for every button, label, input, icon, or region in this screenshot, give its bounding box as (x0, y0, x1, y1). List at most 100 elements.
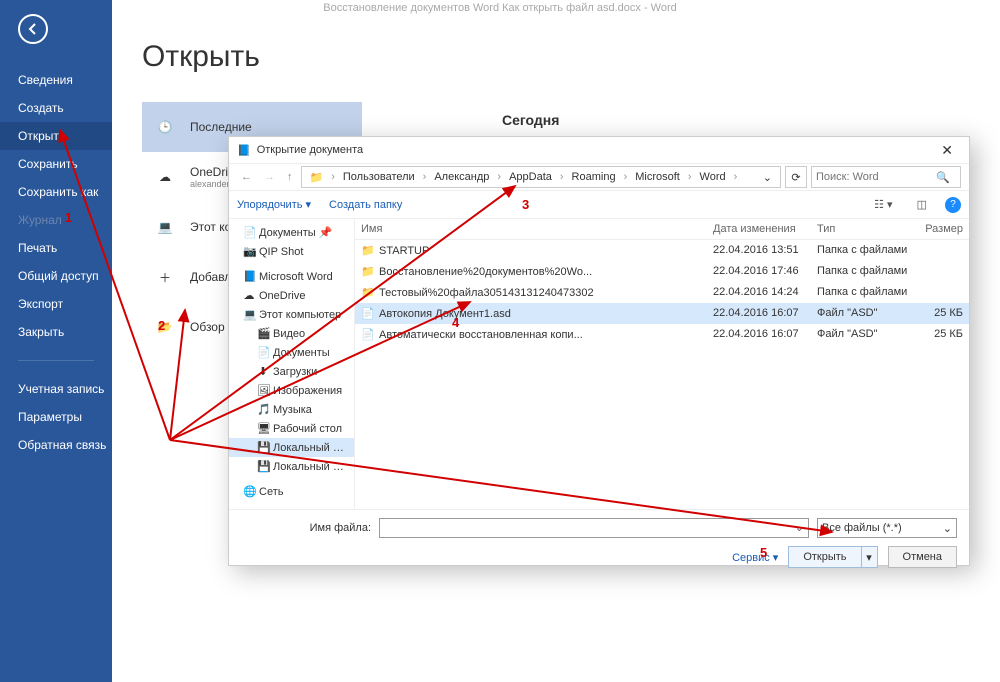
sidebar-item-Сохранить как[interactable]: Сохранить как (0, 178, 112, 206)
divider (18, 360, 94, 361)
close-icon[interactable]: ✕ (933, 142, 961, 159)
file-row[interactable]: 📄Автокопия Документ1.asd22.04.2016 16:07… (355, 303, 969, 324)
new-folder-button[interactable]: Создать папку (329, 199, 402, 211)
tree-item-Изображения[interactable]: 🖼Изображения (229, 381, 354, 400)
tree-item-Загрузки[interactable]: ⬇Загрузки (229, 362, 354, 381)
sidebar-item-Общий доступ[interactable]: Общий доступ (0, 262, 112, 290)
breadcrumb-segment[interactable]: Александр (430, 171, 493, 183)
nav-up-button[interactable]: ↑ (283, 169, 297, 185)
dialog-titlebar: 📘 Открытие документа ✕ (229, 137, 969, 163)
breadcrumb-segment[interactable]: AppData (505, 171, 556, 183)
col-name[interactable]: Имя (355, 219, 707, 239)
tree-item-Документы[interactable]: 📄Документы 📌 (229, 223, 354, 242)
sidebar-item-Журнал[interactable]: Журнал (0, 206, 112, 234)
sidebar-item-Закрыть[interactable]: Закрыть (0, 318, 112, 346)
sidebar-item-Открыть[interactable]: Открыть (0, 122, 112, 150)
tree-item-OneDrive[interactable]: ☁OneDrive (229, 286, 354, 305)
col-date[interactable]: Дата изменения (707, 219, 811, 239)
refresh-button[interactable]: ⟳ (785, 166, 807, 188)
tree-icon: 🎬 (257, 327, 269, 340)
tree-icon: 🖥 (257, 422, 269, 435)
file-date: 22.04.2016 14:24 (707, 282, 811, 303)
dialog-toolbar: Упорядочить ▾ Создать папку ☷ ▾ ◫ ? (229, 191, 969, 219)
nav-back-button[interactable]: ← (237, 169, 256, 185)
tree-icon: 📷 (243, 245, 255, 258)
file-icon: 📁 (361, 244, 375, 257)
dialog-footer: Имя файла: ⌄ Все файлы (*.*)⌄ Сервис ▾ О… (229, 509, 969, 576)
search-field[interactable] (816, 171, 936, 183)
file-size (915, 261, 969, 282)
file-size: 25 КБ (915, 303, 969, 324)
chevron-right-icon: › (419, 171, 431, 183)
file-size (915, 240, 969, 261)
filetype-select[interactable]: Все файлы (*.*)⌄ (817, 518, 957, 538)
tree-item-Документы[interactable]: 📄Документы (229, 343, 354, 362)
filename-input[interactable]: ⌄ (379, 518, 809, 538)
open-file-dialog: 📘 Открытие документа ✕ ← → ↑ 📁 › Пользов… (228, 136, 970, 566)
file-type: Папка с файлами (811, 282, 915, 303)
sidebar-item-Экспорт[interactable]: Экспорт (0, 290, 112, 318)
sidebar-item-Создать[interactable]: Создать (0, 94, 112, 122)
tree-item-Видео[interactable]: 🎬Видео (229, 324, 354, 343)
tree-item-Рабочий стол[interactable]: 🖥Рабочий стол (229, 419, 354, 438)
sidebar-item-Сведения[interactable]: Сведения (0, 66, 112, 94)
location-icon: ☁ (152, 164, 178, 190)
tree-item-QIP Shot[interactable]: 📷QIP Shot (229, 242, 354, 261)
tree-item-Музыка[interactable]: 🎵Музыка (229, 400, 354, 419)
service-menu[interactable]: Сервис ▾ (732, 551, 778, 564)
sidebar-item-Сохранить[interactable]: Сохранить (0, 150, 112, 178)
chevron-right-icon: › (556, 171, 568, 183)
breadcrumb-segment[interactable]: Roaming (568, 171, 620, 183)
file-row[interactable]: 📄Автоматически восстановленная копи...22… (355, 324, 969, 345)
file-list: Имя Дата изменения Тип Размер 📁STARTUP22… (355, 219, 969, 509)
file-row[interactable]: 📁STARTUP22.04.2016 13:51Папка с файлами (355, 240, 969, 261)
open-button-dropdown[interactable]: ▾ (862, 546, 878, 568)
file-list-header[interactable]: Имя Дата изменения Тип Размер (355, 219, 969, 240)
breadcrumb-segment[interactable]: Microsoft (631, 171, 684, 183)
tree-icon: 📄 (257, 346, 269, 359)
organize-menu[interactable]: Упорядочить ▾ (237, 198, 311, 211)
breadcrumb[interactable]: 📁 › Пользователи›Александр›AppData›Roami… (301, 166, 782, 188)
col-size[interactable]: Размер (915, 219, 969, 239)
preview-pane-button[interactable]: ◫ (917, 198, 927, 211)
col-type[interactable]: Тип (811, 219, 915, 239)
sidebar-footer-Учетная запись[interactable]: Учетная запись (0, 375, 112, 403)
tree-item-Локальный дис[interactable]: 💾Локальный дис (229, 438, 354, 457)
breadcrumb-segment[interactable]: Пользователи (339, 171, 419, 183)
breadcrumb-segment[interactable]: Word (696, 171, 730, 183)
sidebar-footer-Обратная связь[interactable]: Обратная связь (0, 431, 112, 459)
word-icon: 📘 (237, 144, 251, 157)
help-icon[interactable]: ? (945, 197, 961, 213)
tree-icon: 📘 (243, 270, 255, 283)
tree-item-Локальный дис[interactable]: 💾Локальный дис (229, 457, 354, 476)
sidebar-footer-Параметры[interactable]: Параметры (0, 403, 112, 431)
path-dropdown-icon[interactable]: ⌄ (759, 171, 776, 184)
location-icon: ＋ (152, 264, 178, 290)
tree-icon: ⬇ (257, 365, 269, 378)
open-button-main[interactable]: Открыть (788, 546, 861, 568)
nav-forward-button[interactable]: → (260, 169, 279, 185)
cancel-button[interactable]: Отмена (888, 546, 957, 568)
pin-icon: 📌 (319, 227, 333, 239)
page-title: Открыть (142, 40, 970, 74)
tree-item-Сеть[interactable]: 🌐Сеть (229, 482, 354, 501)
tree-item-Этот компьютер[interactable]: 💻Этот компьютер (229, 305, 354, 324)
search-input[interactable]: 🔍 (811, 166, 961, 188)
file-row[interactable]: 📁Тестовый%20файла30514313124047330222.04… (355, 282, 969, 303)
file-icon: 📄 (361, 328, 375, 341)
open-button[interactable]: Открыть ▾ (788, 546, 877, 568)
annotation-4: 4 (452, 315, 459, 330)
location-label: Обзор (190, 320, 225, 334)
chevron-right-icon: › (730, 171, 742, 183)
tree-icon: 💾 (257, 460, 269, 473)
view-options-button[interactable]: ☷ ▾ (874, 198, 892, 211)
back-button[interactable] (18, 14, 48, 44)
tree-icon: 💻 (243, 308, 255, 321)
file-type: Папка с файлами (811, 261, 915, 282)
annotation-1: 1 (65, 210, 72, 225)
tree-item-Microsoft Word[interactable]: 📘Microsoft Word (229, 267, 354, 286)
file-row[interactable]: 📁Восстановление%20документов%20Wo...22.0… (355, 261, 969, 282)
dialog-title: Открытие документа (257, 144, 934, 156)
sidebar-item-Печать[interactable]: Печать (0, 234, 112, 262)
section-heading: Сегодня (502, 112, 559, 128)
